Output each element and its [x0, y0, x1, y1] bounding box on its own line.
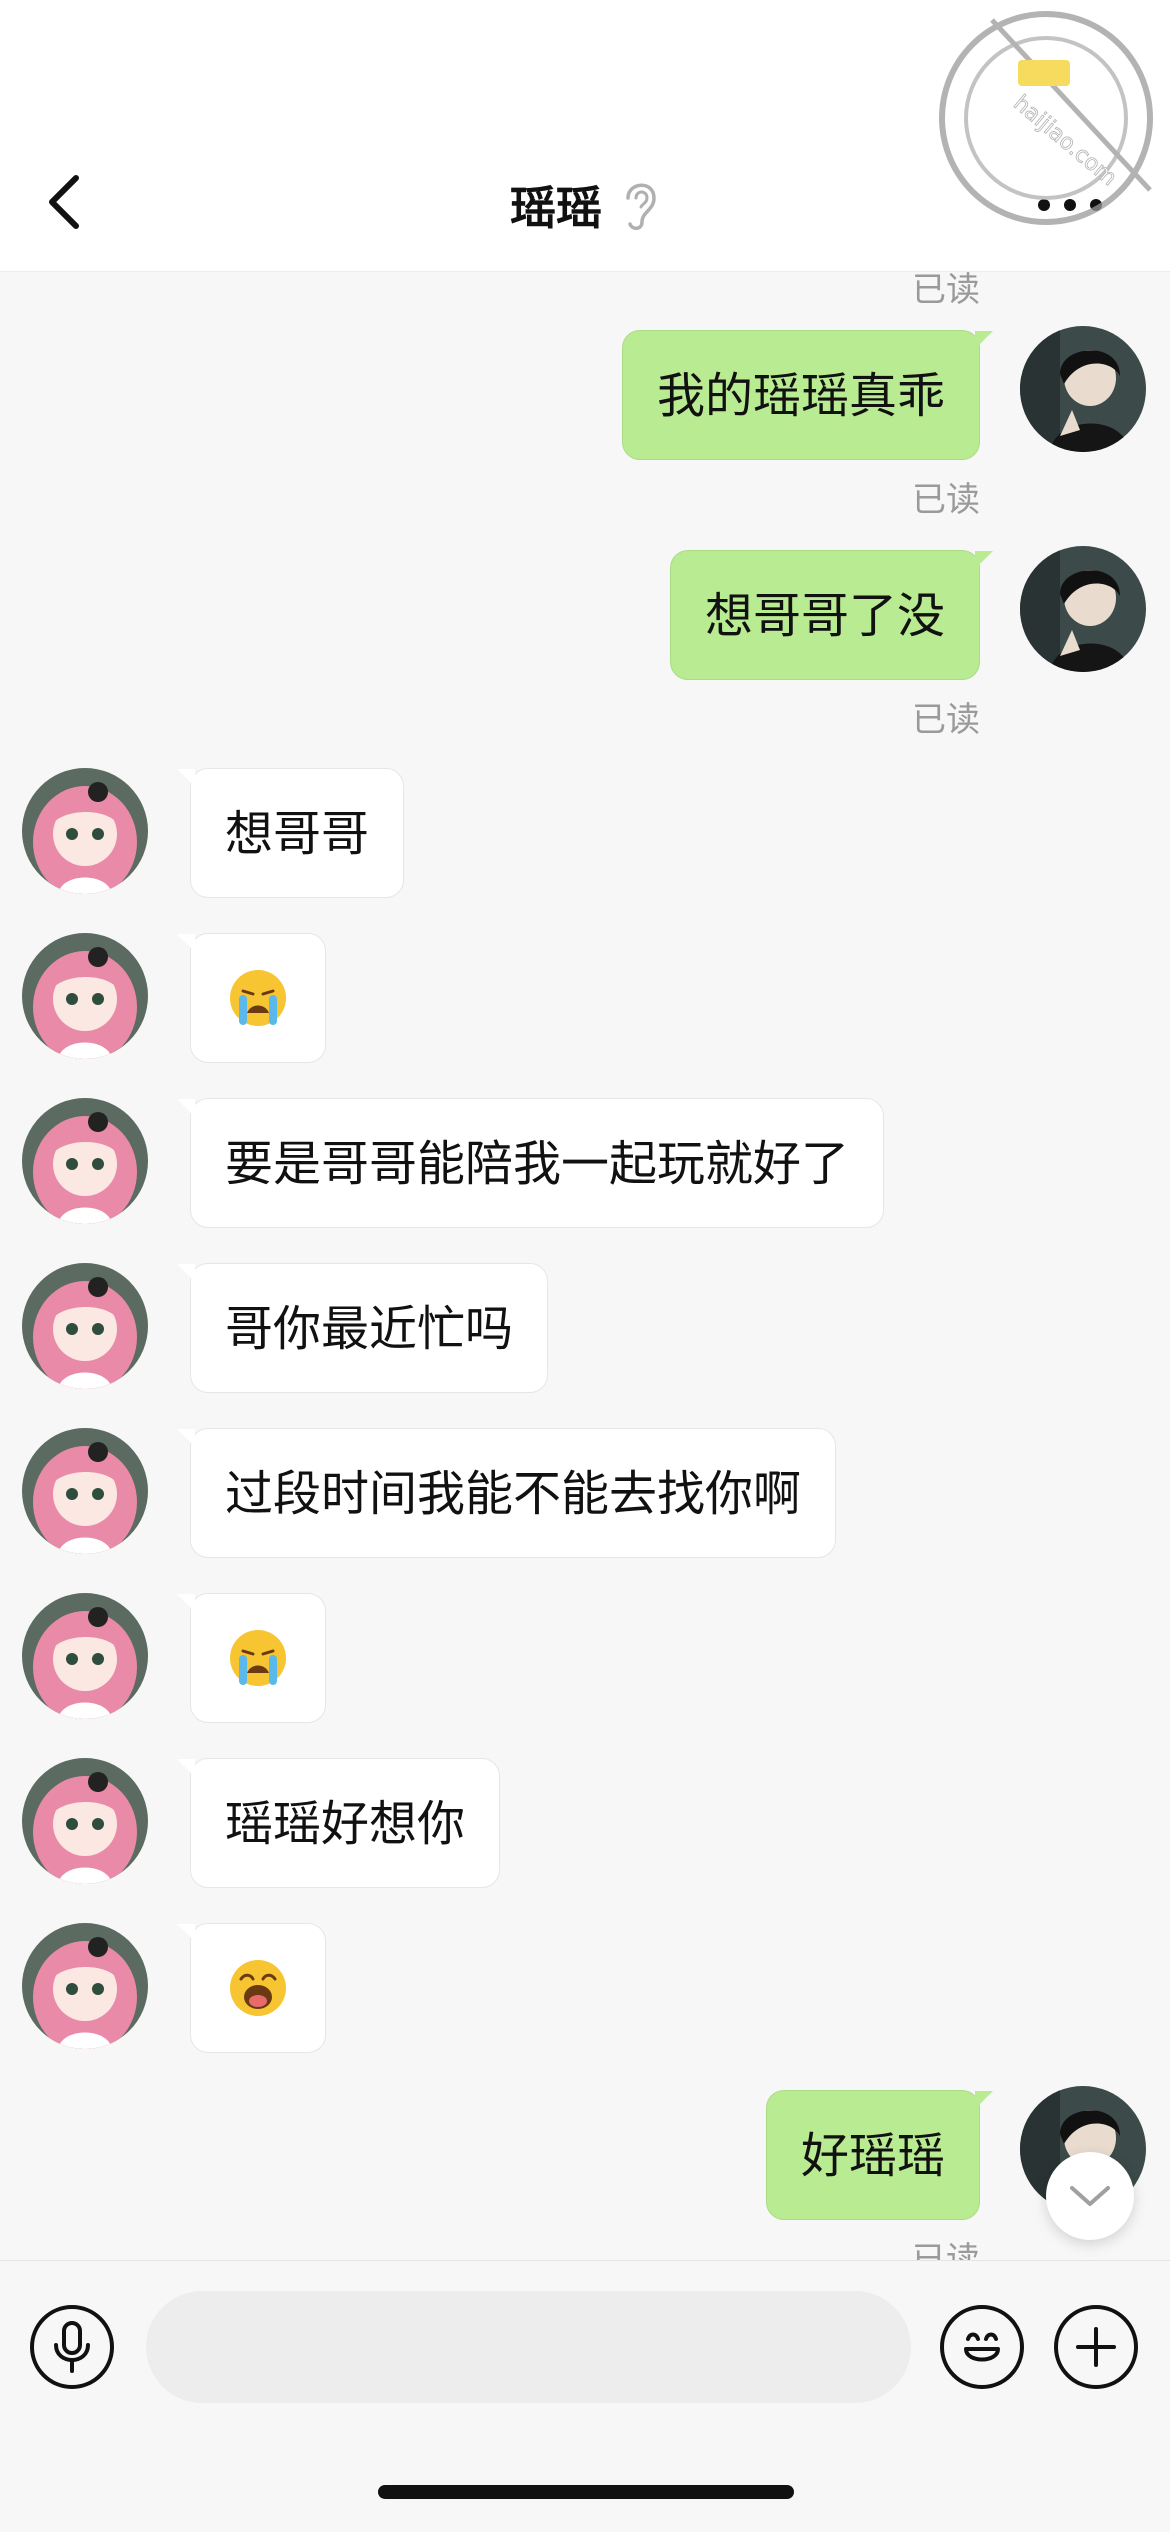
my-avatar[interactable]	[1020, 326, 1146, 452]
girl-avatar-image	[22, 1098, 148, 1224]
contact-avatar[interactable]	[22, 1758, 148, 1884]
page-title: 瑶瑶	[510, 181, 602, 235]
ear-icon	[626, 183, 656, 230]
emoji-button[interactable]	[940, 2305, 1024, 2389]
message-bubble-incoming[interactable]: 想哥哥	[176, 768, 405, 898]
read-receipt: 已读	[912, 272, 980, 310]
message-bubble-outgoing[interactable]: 好瑶瑶	[765, 2090, 994, 2220]
watermark-logo: haijiao.com	[939, 11, 1153, 225]
chevron-down-icon	[1070, 2186, 1110, 2206]
message-bubble-outgoing[interactable]: 想哥哥了没	[669, 550, 994, 680]
more-actions-button[interactable]	[1054, 2305, 1138, 2389]
scroll-to-bottom-button[interactable]	[1046, 2152, 1134, 2240]
voice-button[interactable]	[30, 2305, 114, 2389]
message-bubble-incoming[interactable]	[177, 1923, 326, 2053]
chat-screen: 瑶瑶 haijiao.com 已读 我的瑶瑶真乖 已读 想哥哥了没 已读 想哥哥…	[0, 0, 1170, 2532]
contact-avatar[interactable]	[22, 1263, 148, 1389]
message-bubble-incoming[interactable]: 哥你最近忙吗	[176, 1263, 549, 1393]
girl-avatar-image	[22, 768, 148, 894]
girl-avatar-image	[22, 933, 148, 1059]
contact-avatar[interactable]	[22, 768, 148, 894]
microphone-icon	[54, 2321, 90, 2373]
read-receipt: 已读	[912, 2240, 980, 2260]
man-avatar-image	[1020, 546, 1146, 672]
read-receipt: 已读	[912, 700, 980, 740]
contact-avatar[interactable]	[22, 1593, 148, 1719]
man-avatar-image	[1020, 326, 1146, 452]
girl-avatar-image	[22, 1758, 148, 1884]
message-bubble-incoming[interactable]: 瑶瑶好想你	[176, 1758, 501, 1888]
girl-avatar-image	[22, 1593, 148, 1719]
message-bubble-outgoing[interactable]: 我的瑶瑶真乖	[621, 330, 994, 460]
smiley-icon	[964, 2332, 1000, 2362]
message-bubble-incoming[interactable]	[177, 933, 326, 1063]
anguished-face-icon	[230, 1960, 286, 2016]
message-list[interactable]: 已读 我的瑶瑶真乖 已读 想哥哥了没 已读 想哥哥 要是哥哥能陪我一起玩就好了 …	[0, 272, 1170, 2260]
home-indicator[interactable]	[378, 2485, 794, 2499]
contact-avatar[interactable]	[22, 1923, 148, 2049]
message-bubble-incoming[interactable]	[177, 1593, 326, 1723]
message-bubble-incoming[interactable]: 要是哥哥能陪我一起玩就好了	[176, 1098, 885, 1228]
message-bubble-incoming[interactable]: 过段时间我能不能去找你啊	[176, 1428, 837, 1558]
chat-header: 瑶瑶 haijiao.com	[0, 0, 1170, 272]
plus-icon	[1076, 2327, 1116, 2367]
read-receipt: 已读	[912, 480, 980, 520]
my-avatar[interactable]	[1020, 546, 1146, 672]
crying-face-icon	[230, 1630, 286, 1686]
contact-avatar[interactable]	[22, 1428, 148, 1554]
crying-face-icon	[230, 970, 286, 1026]
girl-avatar-image	[22, 1428, 148, 1554]
girl-avatar-image	[22, 1263, 148, 1389]
contact-avatar[interactable]	[22, 1098, 148, 1224]
message-input-bar	[0, 2260, 1170, 2532]
message-input[interactable]	[146, 2291, 911, 2403]
contact-avatar[interactable]	[22, 933, 148, 1059]
girl-avatar-image	[22, 1923, 148, 2049]
